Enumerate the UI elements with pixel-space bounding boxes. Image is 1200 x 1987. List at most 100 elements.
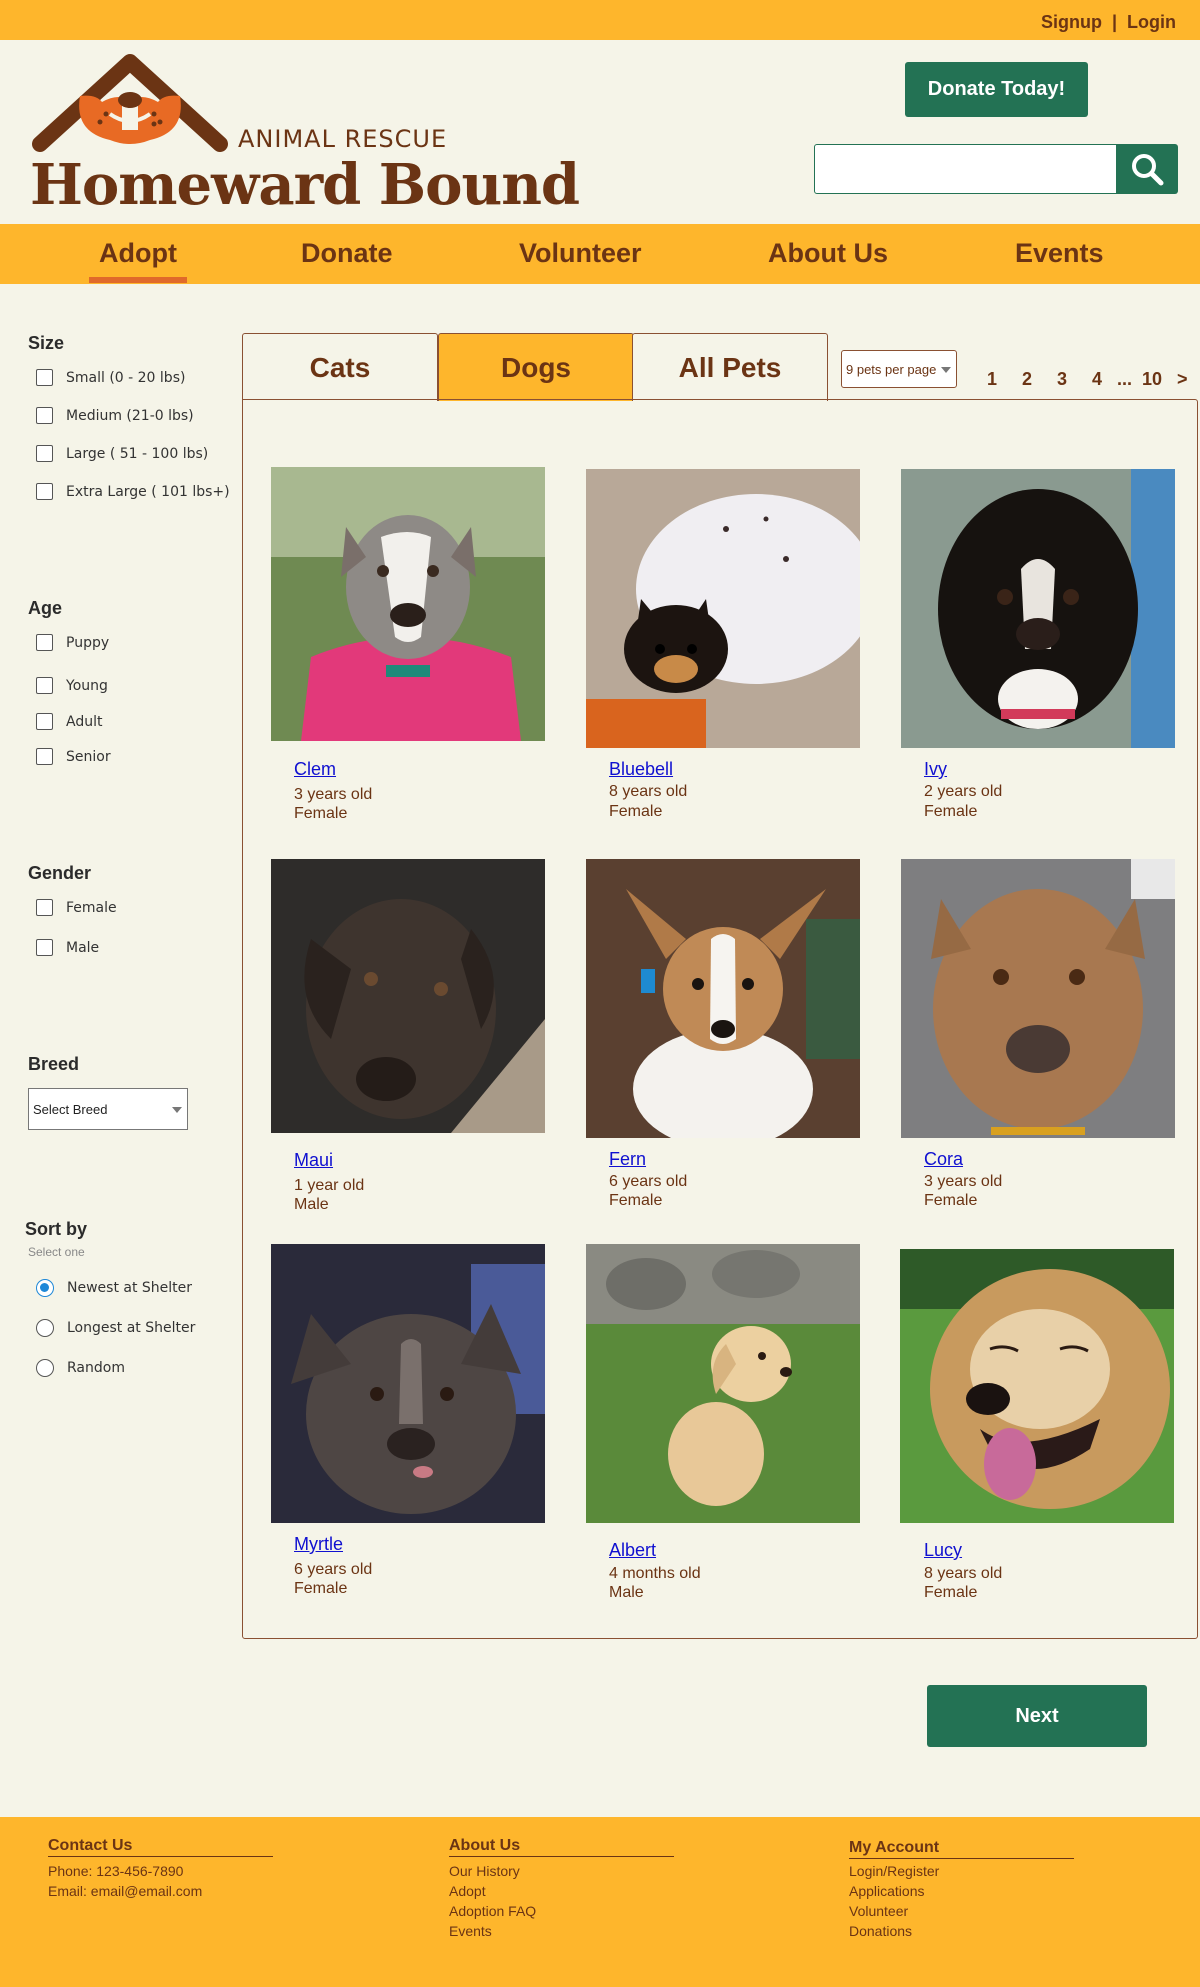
checkbox[interactable] [36,369,53,386]
pet-name-link[interactable]: Lucy [924,1540,962,1561]
footer-link-our-history[interactable]: Our History [449,1863,520,1879]
age-option-young[interactable]: Young [36,677,108,694]
size-option-small[interactable]: Small (0 - 20 lbs) [36,369,185,386]
checkbox[interactable] [36,483,53,500]
breed-select[interactable]: Select Breed [28,1088,188,1130]
gender-option-male[interactable]: Male [36,939,99,956]
pet-photo-maui[interactable] [271,859,545,1133]
pet-gender: Female [924,803,978,820]
checkbox[interactable] [36,899,53,916]
page-1-link[interactable]: 1 [987,369,997,390]
age-option-puppy[interactable]: Puppy [36,634,109,651]
pet-age: 6 years old [609,1173,688,1190]
footer-link-applications[interactable]: Applications [849,1883,925,1899]
checkbox[interactable] [36,407,53,424]
page-3-link[interactable]: 3 [1057,369,1067,390]
pets-per-page-select[interactable]: 9 pets per page [841,350,957,388]
size-filter-title: Size [28,333,65,353]
radio-button-selected[interactable] [36,1279,54,1297]
tab-dogs[interactable]: Dogs [438,333,634,401]
footer-link-donations[interactable]: Donations [849,1923,912,1939]
size-option-label: Large ( 51 - 100 lbs) [66,445,209,462]
gender-option-label: Male [66,939,100,956]
pet-photo-myrtle[interactable] [271,1244,545,1523]
sort-option-label: Newest at Shelter [67,1280,193,1296]
next-page-arrow[interactable]: > [1177,369,1188,390]
size-option-medium[interactable]: Medium (21-0 lbs) [36,407,194,424]
footer-link-login-register[interactable]: Login/Register [849,1863,939,1879]
gender-option-female[interactable]: Female [36,899,117,916]
pet-name-link[interactable]: Ivy [924,759,947,780]
pet-gender: Male [609,1584,644,1601]
pet-age: 8 years old [924,1565,1003,1582]
pet-name-link[interactable]: Myrtle [294,1534,343,1555]
gender-filter-title: Gender [28,863,92,883]
footer-link-events[interactable]: Events [449,1923,492,1939]
size-option-label: Small (0 - 20 lbs) [66,369,186,386]
radio-button[interactable] [36,1359,54,1377]
footer-link-volunteer[interactable]: Volunteer [849,1903,908,1919]
pet-name-link[interactable]: Clem [294,759,336,780]
pet-photo-clem[interactable] [271,467,545,741]
age-option-senior[interactable]: Senior [36,748,111,765]
tab-cats[interactable]: Cats [242,333,438,401]
pet-photo-lucy[interactable] [900,1249,1174,1523]
pet-age: 6 years old [294,1561,373,1578]
pets-per-page-value: 9 pets per page [846,361,937,377]
sort-option-longest[interactable]: Longest at Shelter [36,1319,195,1337]
link-separator: | [1111,12,1118,32]
size-option-label: Medium (21-0 lbs) [66,407,194,424]
pet-photo-fern[interactable] [586,859,860,1138]
checkbox[interactable] [36,939,53,956]
sort-by-title: Sort by [25,1219,88,1239]
search-button[interactable] [1116,144,1178,194]
radio-button[interactable] [36,1319,54,1337]
sort-option-newest[interactable]: Newest at Shelter [36,1279,192,1297]
checkbox[interactable] [36,677,53,694]
page-10-link[interactable]: 10 [1142,369,1162,390]
pet-photo-bluebell[interactable] [586,469,860,748]
nav-donate[interactable]: Donate [301,238,393,269]
nav-adopt[interactable]: Adopt [89,238,187,283]
sort-by-subtitle: Select one [28,1245,85,1259]
footer-link-adoption-faq[interactable]: Adoption FAQ [449,1903,536,1919]
next-button[interactable]: Next [927,1685,1147,1747]
page-4-link[interactable]: 4 [1092,369,1102,390]
footer-link-adopt[interactable]: Adopt [449,1883,486,1899]
nav-about-us[interactable]: About Us [768,238,888,269]
nav-events[interactable]: Events [1015,238,1104,269]
pet-name-link[interactable]: Albert [609,1540,656,1561]
age-option-adult[interactable]: Adult [36,713,102,730]
pet-gender: Female [924,1192,978,1209]
donate-today-button[interactable]: Donate Today! [905,62,1088,117]
main-nav: Adopt Donate Volunteer About Us Events [0,224,1200,284]
tab-all-pets[interactable]: All Pets [632,333,828,401]
pet-gender: Female [609,1192,663,1209]
page-2-link[interactable]: 2 [1022,369,1032,390]
sort-option-random[interactable]: Random [36,1359,125,1377]
top-bar: Signup | Login [0,0,1200,40]
checkbox[interactable] [36,748,53,765]
pet-name-link[interactable]: Fern [609,1149,646,1170]
pet-name-link[interactable]: Cora [924,1149,963,1170]
age-option-label: Puppy [66,634,110,651]
breed-filter-title: Breed [28,1054,80,1074]
pet-photo-cora[interactable] [901,859,1175,1138]
chevron-down-icon [172,1107,182,1113]
size-option-large[interactable]: Large ( 51 - 100 lbs) [36,445,208,462]
signup-link[interactable]: Signup [1041,12,1102,32]
checkbox[interactable] [36,713,53,730]
pet-gender: Male [294,1196,329,1213]
pet-photo-albert[interactable] [586,1244,860,1523]
size-option-extra-large[interactable]: Extra Large ( 101 lbs+) [36,483,230,500]
login-link[interactable]: Login [1127,12,1176,32]
pet-name-link[interactable]: Bluebell [609,759,673,780]
pet-age: 2 years old [924,783,1003,800]
pet-name-link[interactable]: Maui [294,1150,333,1171]
nav-volunteer[interactable]: Volunteer [519,238,642,269]
search-input[interactable] [814,144,1118,194]
breed-select-value: Select Breed [33,1101,108,1117]
checkbox[interactable] [36,445,53,462]
pet-photo-ivy[interactable] [901,469,1175,748]
checkbox[interactable] [36,634,53,651]
